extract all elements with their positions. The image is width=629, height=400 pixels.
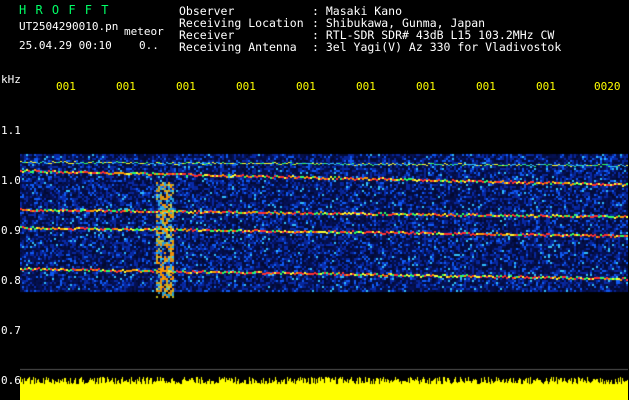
info-labels: Observer Receiving Location Receiver Rec… [179,5,304,53]
count-label: 0.. [139,39,159,52]
file-name: UT2504290010.pn [19,20,119,33]
frequency-unit: kHz [1,73,21,86]
freq-tick-0.6: 0.6 [1,374,21,387]
freq-tick-0.7: 0.7 [1,324,21,337]
antenna-label: Receiving Antenna [179,40,297,54]
freq-tick-1.0: 1.0 [1,174,21,187]
app-name: H R O F F T [19,3,110,17]
spectrogram-plot [20,92,628,400]
antenna-value: : 3el Yagi(V) Az 330 for Vladivostok [312,40,562,54]
mode-label: meteor [124,25,164,38]
freq-tick-0.9: 0.9 [1,224,21,237]
freq-tick-0.8: 0.8 [1,274,21,287]
timestamp: 25.04.29 00:10 [19,39,112,52]
freq-tick-1.1: 1.1 [1,124,21,137]
info-values: : Masaki Kano : Shibukawa, Gunma, Japan … [312,5,561,53]
